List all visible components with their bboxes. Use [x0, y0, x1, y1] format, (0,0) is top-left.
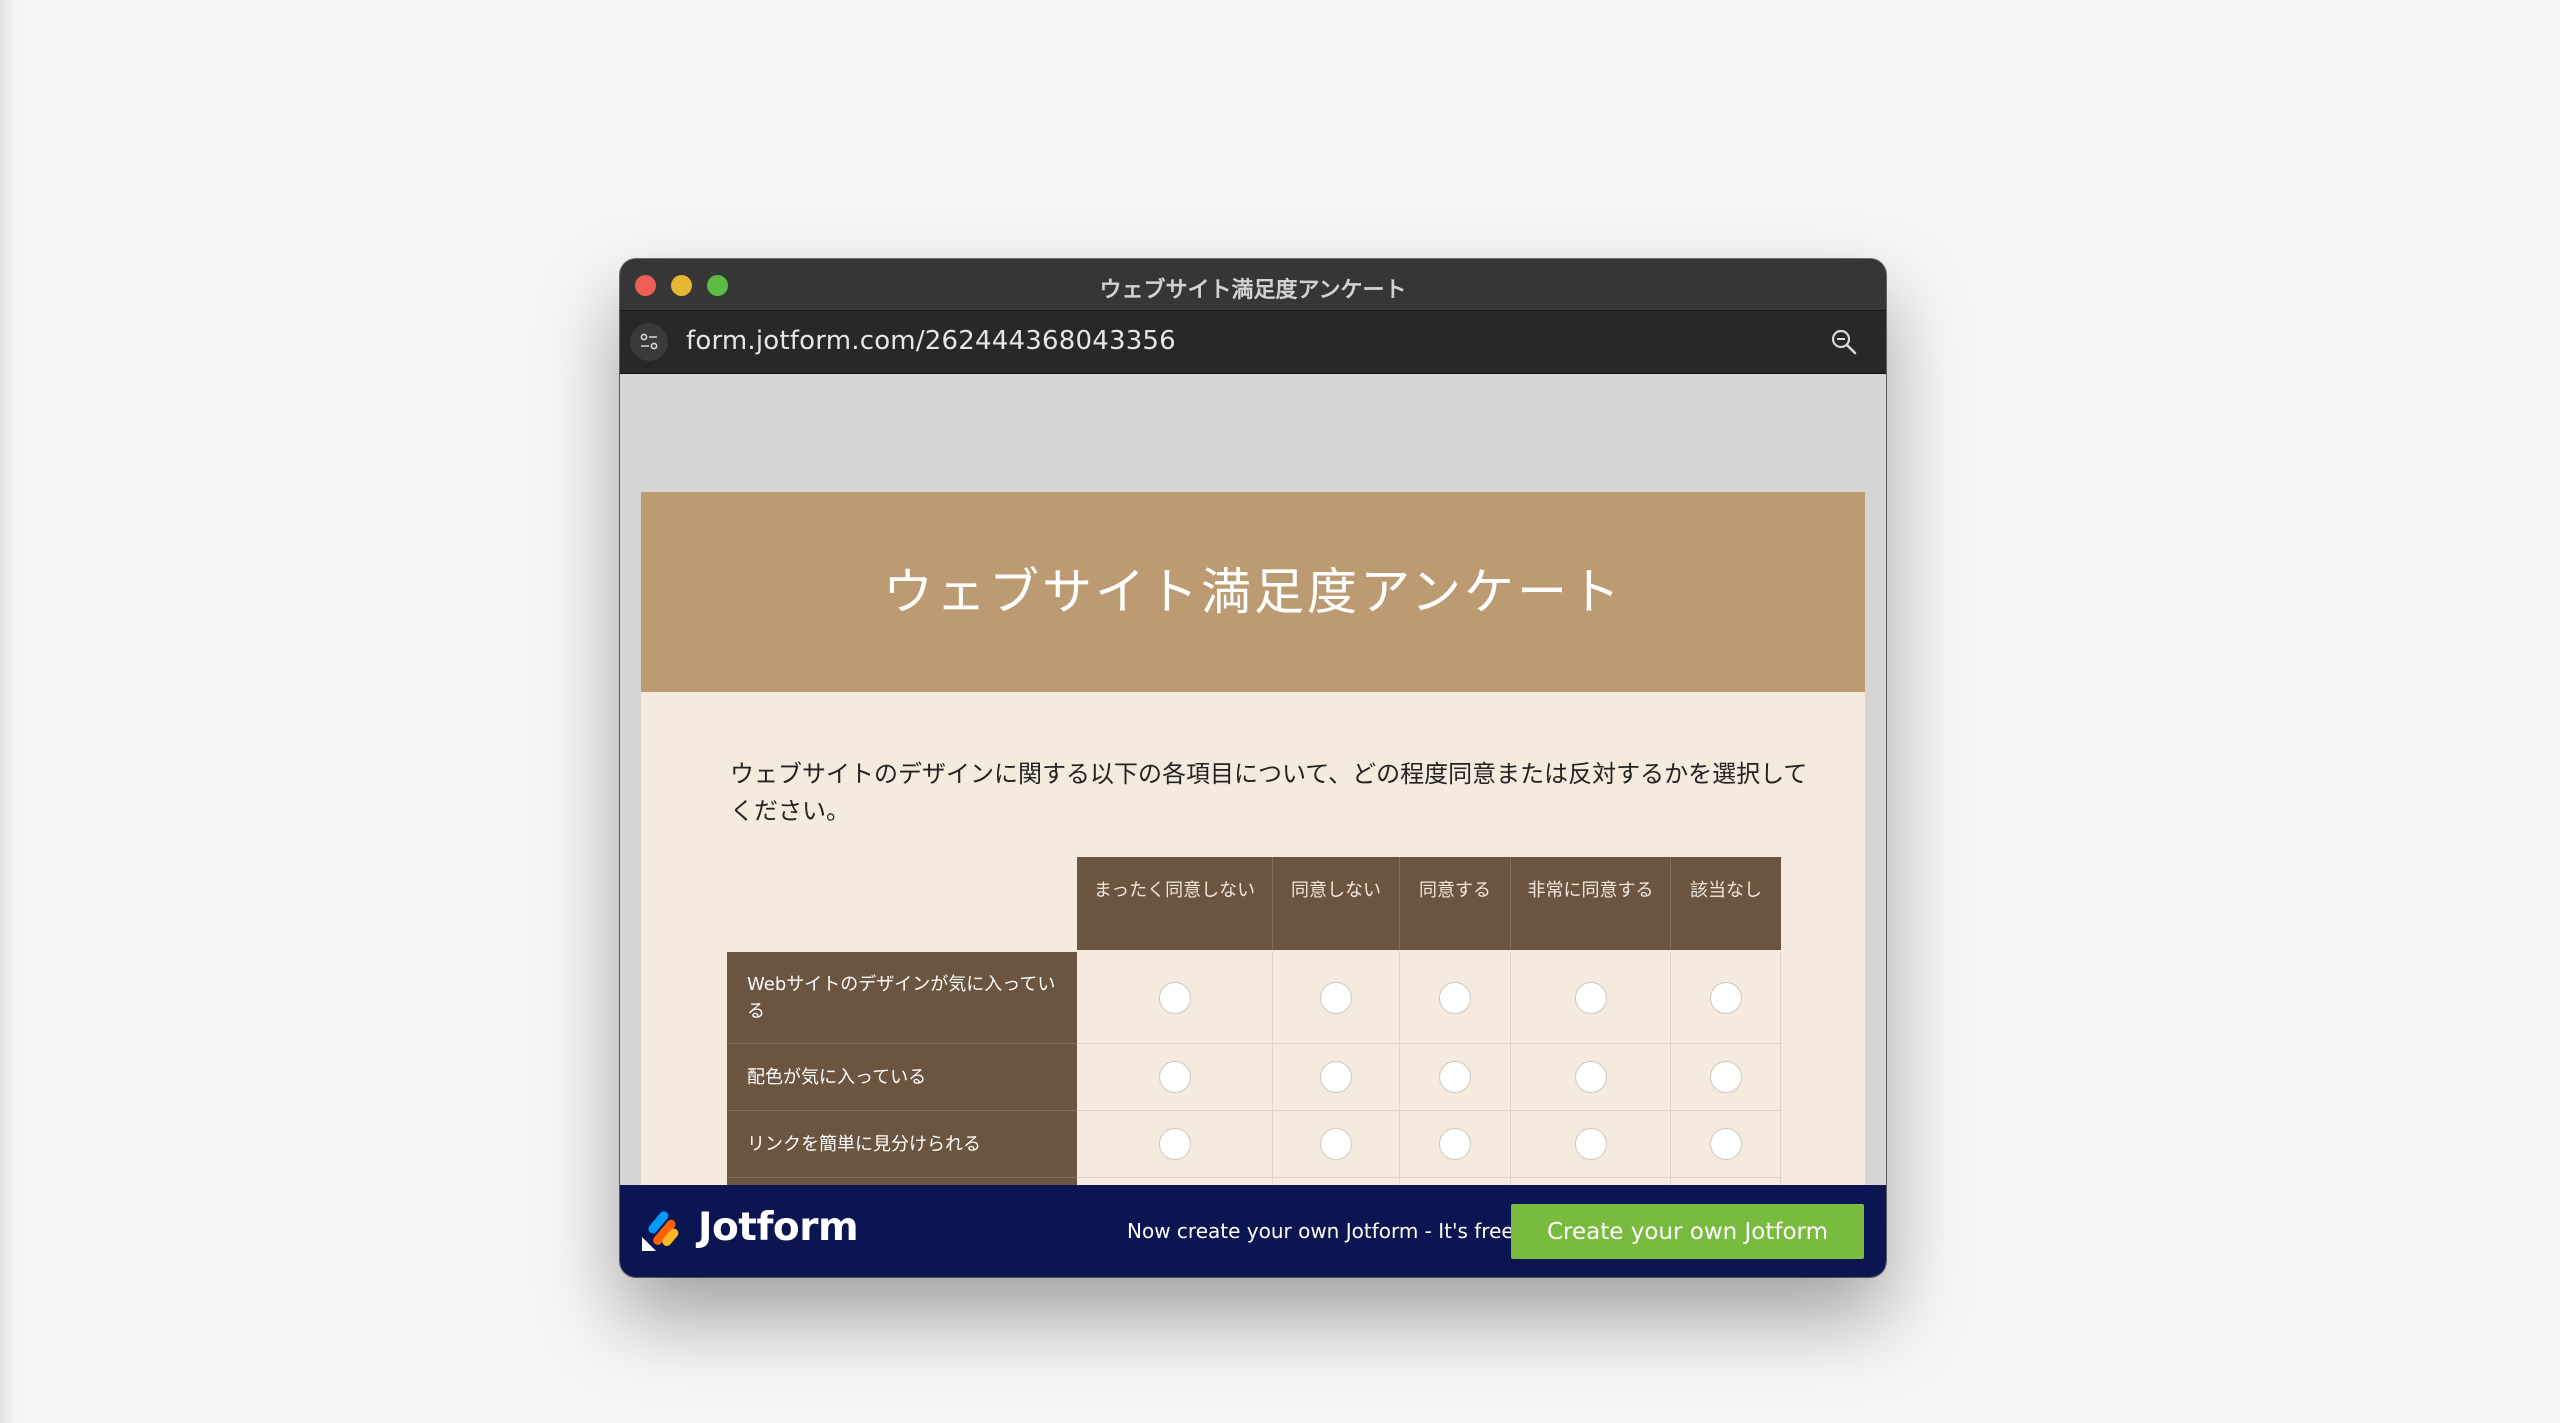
- matrix-cell: [1273, 1111, 1400, 1178]
- matrix-cell: [1671, 1111, 1781, 1178]
- jotform-brand-name[interactable]: Jotform: [698, 1205, 859, 1250]
- radio-button[interactable]: [1709, 1128, 1742, 1160]
- matrix-cell: [1511, 1044, 1671, 1111]
- matrix-column-header: まったく同意しない: [1077, 857, 1273, 950]
- matrix-column-header: 非常に同意する: [1511, 857, 1671, 950]
- radio-button[interactable]: [1320, 1128, 1352, 1160]
- row-label-text: Webサイトのデザインが気に入っている: [747, 973, 1056, 1022]
- matrix-cell: [1273, 952, 1400, 1044]
- desktop-edge-shade: [0, 0, 18, 1423]
- window-title: ウェブサイト満足度アンケート: [1099, 278, 1407, 303]
- page-viewport: ウェブサイト満足度アンケート ウェブサイトのデザインに関する以下の各項目について…: [620, 374, 1886, 1277]
- jotform-promo-banner: Jotform Now create your own Jotform - It…: [620, 1185, 1886, 1277]
- radio-button[interactable]: [1158, 1061, 1191, 1093]
- matrix-row-label: Webサイトのデザインが気に入っている: [727, 952, 1077, 1044]
- form-header: ウェブサイト満足度アンケート: [641, 492, 1865, 692]
- form-title: ウェブサイト満足度アンケート: [883, 563, 1623, 621]
- matrix-cell: [1400, 952, 1511, 1044]
- matrix-cell: [1511, 1111, 1671, 1178]
- radio-button[interactable]: [1574, 981, 1607, 1014]
- url-text[interactable]: form.jotform.com/262444368043356: [686, 326, 1176, 356]
- radio-button[interactable]: [1439, 1128, 1471, 1160]
- radio-button[interactable]: [1439, 1061, 1471, 1093]
- row-label-text: 配色が気に入っている: [747, 1066, 927, 1088]
- radio-button[interactable]: [1439, 981, 1471, 1014]
- matrix-column-header: 該当なし: [1671, 857, 1781, 950]
- radio-button[interactable]: [1574, 1128, 1607, 1160]
- matrix-cell: [1273, 1044, 1400, 1111]
- promo-tagline: Now create your own Jotform - It's free!: [1127, 1219, 1522, 1243]
- row-label-text: リンクを簡単に見分けられる: [747, 1133, 981, 1155]
- matrix-column-header: 同意しない: [1273, 857, 1400, 950]
- matrix-column-header: 同意する: [1400, 857, 1511, 950]
- matrix-cell: [1511, 952, 1671, 1044]
- title-bar: ウェブサイト満足度アンケート: [620, 259, 1886, 311]
- radio-button[interactable]: [1320, 1061, 1352, 1093]
- matrix-row-label: リンクを簡単に見分けられる: [727, 1111, 1077, 1178]
- radio-button[interactable]: [1320, 981, 1352, 1014]
- matrix-cell: [1077, 1044, 1273, 1111]
- form-instructions: ウェブサイトのデザインに関する以下の各項目について、どの程度同意または反対するか…: [730, 760, 1808, 825]
- matrix-cell: [1077, 1111, 1273, 1178]
- radio-button[interactable]: [1158, 981, 1191, 1014]
- create-jotform-button[interactable]: Create your own Jotform: [1511, 1204, 1864, 1259]
- radio-button[interactable]: [1709, 981, 1742, 1014]
- radio-button[interactable]: [1709, 1061, 1742, 1093]
- jotform-logo-icon[interactable]: [640, 1209, 680, 1257]
- address-bar: form.jotform.com/262444368043356: [620, 311, 1886, 374]
- matrix-cell: [1077, 952, 1273, 1044]
- browser-window: ウェブサイト満足度アンケート form.jotform.com/26244436…: [620, 259, 1886, 1277]
- radio-button[interactable]: [1158, 1128, 1191, 1160]
- matrix-cell: [1400, 1111, 1511, 1178]
- matrix-cell: [1400, 1044, 1511, 1111]
- radio-button[interactable]: [1574, 1061, 1607, 1093]
- matrix-cell: [1671, 952, 1781, 1044]
- matrix-cell: [1671, 1044, 1781, 1111]
- matrix-row-label: 配色が気に入っている: [727, 1044, 1077, 1111]
- magnifier-icon[interactable]: [1830, 328, 1858, 360]
- sliders-icon[interactable]: [630, 323, 668, 361]
